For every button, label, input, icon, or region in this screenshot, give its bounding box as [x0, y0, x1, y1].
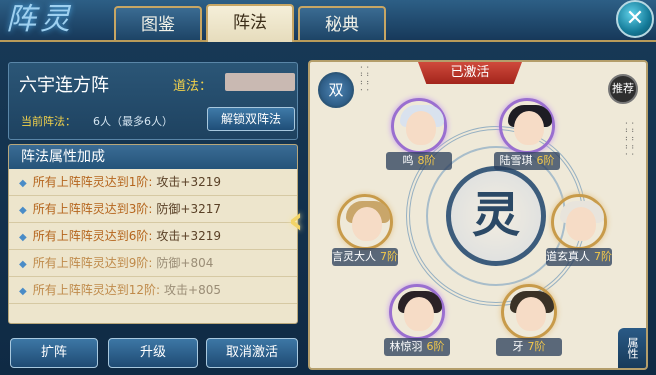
- character-rank: 7阶: [380, 250, 398, 263]
- current-formation-label: 当前阵法：: [21, 115, 76, 128]
- attribute-condition: 所有上阵阵灵达到12阶:: [32, 283, 161, 297]
- character-face: [406, 111, 436, 145]
- attribute-condition: 所有上阵阵灵达到9阶:: [32, 256, 153, 270]
- close-button[interactable]: ✕: [616, 0, 654, 38]
- attribute-effect: 攻击+3219: [156, 229, 221, 243]
- attribute-effect: 攻击+805: [164, 283, 221, 297]
- attribute-row: ◆ 所有上阵阵灵达到1阶: 攻击+3219: [9, 169, 297, 196]
- character-rank: 7阶: [527, 340, 546, 353]
- attribute-condition: 所有上阵阵灵达到1阶:: [32, 175, 153, 189]
- tab-secret-book[interactable]: 秘典: [298, 6, 386, 40]
- current-formation-value: 6人（最多6人）: [93, 115, 173, 128]
- top-bar: 阵灵 图鉴 阵法 秘典 ✕: [0, 0, 656, 42]
- diamond-icon: ◆: [19, 286, 27, 297]
- character-nameplate: 陆雪琪 6阶: [494, 152, 560, 170]
- diamond-icon: ◆: [19, 232, 27, 243]
- page-logo: 阵灵: [6, 2, 74, 37]
- character-portrait: [391, 98, 447, 154]
- character-face: [404, 297, 434, 331]
- character-name: 言灵大人: [332, 250, 376, 263]
- diamond-icon: ◆: [19, 178, 27, 189]
- character-name: 鸣: [402, 154, 414, 167]
- character-face: [566, 207, 596, 241]
- attribute-row: ◆ 所有上阵阵灵达到6阶: 攻击+3219: [9, 223, 297, 250]
- character-name: 牙: [512, 340, 524, 353]
- attribute-row: ◆ 所有上阵阵灵达到12阶: 攻击+805: [9, 277, 297, 304]
- diamond-icon: ◆: [19, 259, 27, 270]
- character-rank: 7阶: [594, 250, 612, 263]
- formation-slot-5[interactable]: 林惊羽 6阶: [384, 284, 450, 358]
- spirit-seal-icon: 灵: [446, 166, 546, 266]
- attribute-effect: 防御+804: [156, 256, 214, 270]
- character-nameplate: 林惊羽 6阶: [384, 338, 450, 356]
- diamond-icon: ◆: [19, 205, 27, 216]
- calligraphy-decoration: ⸬⸬⸬: [358, 66, 369, 91]
- character-nameplate: 道玄真人 7阶: [546, 248, 612, 266]
- unlock-dual-formation-button[interactable]: 解锁双阵法: [207, 107, 295, 131]
- character-name: 林惊羽: [389, 340, 423, 353]
- formation-slot-4[interactable]: 道玄真人 7阶: [546, 194, 612, 268]
- dual-formation-badge[interactable]: 双: [318, 72, 354, 108]
- activated-status-ribbon: 已激活: [418, 62, 522, 84]
- attribute-effect: 攻击+3219: [156, 175, 221, 189]
- character-rank: 8阶: [417, 154, 436, 167]
- character-portrait: [501, 284, 557, 340]
- character-name: 陆雪琪: [499, 154, 533, 167]
- tab-atlas[interactable]: 图鉴: [114, 6, 202, 40]
- character-portrait: [499, 98, 555, 154]
- character-name: 道玄真人: [546, 250, 590, 263]
- character-nameplate: 言灵大人 7阶: [332, 248, 398, 266]
- attribute-condition: 所有上阵阵灵达到3阶:: [32, 202, 153, 216]
- character-portrait: [389, 284, 445, 340]
- character-rank: 6阶: [426, 340, 445, 353]
- formation-info-panel: 六宇连方阵 道法： 当前阵法： 6人（最多6人） 解锁双阵法: [8, 62, 298, 140]
- character-face: [516, 297, 546, 331]
- upgrade-button[interactable]: 升级: [108, 338, 198, 368]
- attribute-condition: 所有上阵阵灵达到6阶:: [32, 229, 153, 243]
- dao-label: 道法：: [173, 79, 213, 94]
- cancel-activation-button[interactable]: 取消激活: [206, 338, 298, 368]
- character-nameplate: 鸣 8阶: [386, 152, 452, 170]
- character-nameplate: 牙 7阶: [496, 338, 562, 356]
- calligraphy-decoration: ⸬⸬⸬⸬: [623, 122, 634, 156]
- character-face: [514, 111, 544, 145]
- attributes-corner-button[interactable]: 属性: [618, 328, 646, 368]
- formation-attributes-panel: 阵法属性加成 ◆ 所有上阵阵灵达到1阶: 攻击+3219 ◆ 所有上阵阵灵达到3阶: 防…: [8, 144, 298, 324]
- attribute-effect: 防御+3217: [156, 202, 221, 216]
- formation-slot-3[interactable]: 言灵大人 7阶: [332, 194, 398, 268]
- expand-formation-button[interactable]: 扩阵: [10, 338, 98, 368]
- formation-array-panel: 已激活 双 推荐 ⸬⸬⸬ ⸬⸬⸬⸬ 灵 鸣 8阶 陆雪琪 6阶 言灵大人 7阶 道玄真…: [308, 60, 648, 370]
- character-portrait: [551, 194, 607, 250]
- formation-slot-6[interactable]: 牙 7阶: [496, 284, 562, 358]
- attribute-row: ◆ 所有上阵阵灵达到3阶: 防御+3217: [9, 196, 297, 223]
- attributes-title: 阵法属性加成: [9, 145, 297, 169]
- formation-slot-1[interactable]: 鸣 8阶: [386, 98, 452, 172]
- character-face: [352, 207, 382, 241]
- attribute-row: ◆ 所有上阵阵灵达到9阶: 防御+804: [9, 250, 297, 277]
- character-rank: 6阶: [536, 154, 555, 167]
- recommend-button[interactable]: 推荐: [608, 74, 638, 104]
- formation-slot-2[interactable]: 陆雪琪 6阶: [494, 98, 560, 172]
- character-portrait: [337, 194, 393, 250]
- formation-name: 六宇连方阵: [19, 75, 109, 96]
- tab-formation[interactable]: 阵法: [206, 4, 294, 42]
- close-icon: ✕: [625, 6, 645, 31]
- dao-value-redacted: [225, 73, 295, 91]
